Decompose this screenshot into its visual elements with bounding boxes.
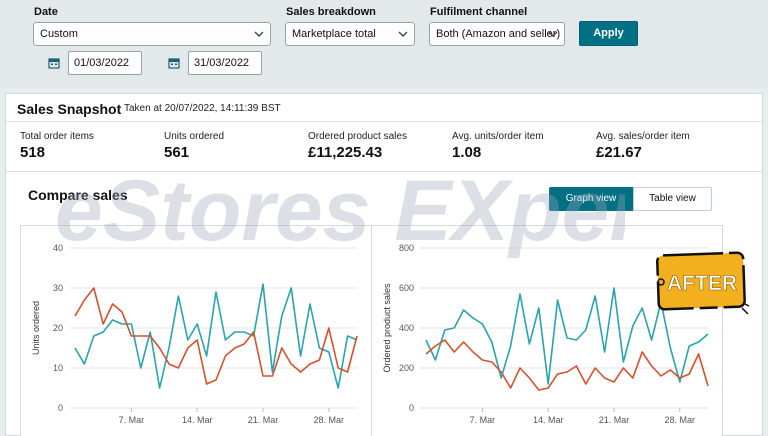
metric-label: Ordered product sales (308, 131, 407, 142)
metric-avg-units-per-order-item: Avg. units/order item 1.08 (452, 131, 544, 161)
y-axis-title: Ordered product sales (382, 283, 392, 373)
y-axis-title: Units ordered (31, 301, 41, 355)
y-tick-label: 40 (53, 243, 63, 253)
y-tick-label: 30 (53, 283, 63, 293)
metric-value: 1.08 (452, 144, 482, 161)
x-tick-label: 21. Mar (248, 415, 279, 425)
metric-value: 518 (20, 144, 46, 161)
series-line-0 (74, 283, 358, 389)
sales-breakdown-label: Sales breakdown (286, 6, 376, 18)
compare-sales-title: Compare sales (28, 187, 128, 203)
fulfilment-channel-label: Fulfilment channel (430, 6, 528, 18)
metric-units-ordered: Units ordered 561 (164, 131, 224, 161)
fulfilment-channel-value: Both (Amazon and seller) (436, 28, 561, 40)
date-range-value: Custom (40, 28, 78, 40)
filter-bar: Date Custom Sales breakdown Marketplace … (0, 0, 768, 88)
after-badge-text: AFTER (667, 272, 737, 295)
metric-value: £21.67 (596, 144, 642, 161)
fulfilment-channel-select[interactable]: Both (Amazon and seller) (429, 22, 565, 46)
metric-ordered-product-sales: Ordered product sales £11,225.43 (308, 131, 407, 161)
graph-view-button[interactable]: Graph view (549, 187, 633, 211)
after-badge: AFTER (656, 251, 750, 315)
y-tick-label: 0 (409, 403, 414, 413)
divider (6, 171, 762, 172)
y-tick-label: 20 (53, 323, 63, 333)
y-tick-label: 200 (399, 363, 414, 373)
metric-avg-sales-per-order-item: Avg. sales/order item £21.67 (596, 131, 690, 161)
date-label: Date (34, 6, 58, 18)
x-tick-label: 28. Mar (665, 415, 696, 425)
series-line-1 (74, 287, 358, 385)
y-tick-label: 400 (399, 323, 414, 333)
metric-label: Avg. sales/order item (596, 131, 690, 142)
metric-value: 561 (164, 144, 190, 161)
calendar-icon[interactable] (162, 51, 186, 75)
series-line-1 (425, 339, 709, 391)
sales-panel: Sales Snapshot Taken at 20/07/2022, 14:1… (5, 93, 763, 436)
sales-breakdown-value: Marketplace total (292, 28, 376, 40)
x-tick-label: 14. Mar (182, 415, 213, 425)
units-ordered-chart: Units ordered 0 10 20 30 40 7. Mar 14. Mar 21. M… (20, 225, 372, 436)
sales-breakdown-select[interactable]: Marketplace total (285, 22, 415, 46)
chevron-down-icon (254, 31, 264, 37)
start-date-input[interactable]: 01/03/2022 (68, 51, 142, 75)
x-tick-label: 7. Mar (470, 415, 496, 425)
metric-label: Units ordered (164, 131, 225, 142)
x-tick-label: 7. Mar (119, 415, 145, 425)
date-range-select[interactable]: Custom (33, 22, 271, 46)
x-tick-label: 14. Mar (533, 415, 564, 425)
snapshot-header: Sales Snapshot Taken at 20/07/2022, 14:1… (6, 94, 762, 122)
table-view-button[interactable]: Table view (633, 187, 712, 211)
chevron-down-icon (398, 31, 408, 37)
snapshot-timestamp: Taken at 20/07/2022, 14:11:39 BST (124, 103, 281, 114)
apply-button[interactable]: Apply (579, 21, 638, 46)
snapshot-title: Sales Snapshot (17, 101, 122, 117)
end-date-input[interactable]: 31/03/2022 (188, 51, 262, 75)
y-tick-label: 0 (58, 403, 63, 413)
calendar-icon[interactable] (42, 51, 66, 75)
units-ordered-chart-svg: Units ordered 0 10 20 30 40 7. Mar 14. Mar 21. M… (31, 243, 358, 425)
x-tick-label: 28. Mar (314, 415, 345, 425)
y-tick-label: 600 (399, 283, 414, 293)
metric-label: Avg. units/order item (452, 131, 544, 142)
metric-label: Total order items (20, 131, 94, 142)
metric-value: £11,225.43 (308, 144, 383, 161)
y-tick-label: 10 (53, 363, 63, 373)
chevron-down-icon (548, 31, 558, 37)
x-tick-label: 21. Mar (599, 415, 630, 425)
metric-total-order-items: Total order items 518 (20, 131, 94, 161)
y-tick-label: 800 (399, 243, 414, 253)
